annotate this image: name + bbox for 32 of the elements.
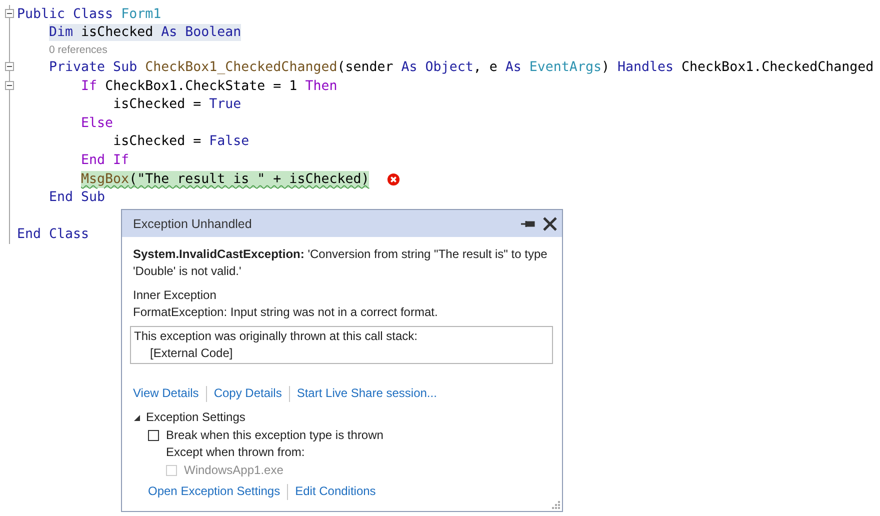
code-line: If CheckBox1.CheckState = 1 Then [81, 78, 338, 95]
link[interactable]: Copy Details [214, 385, 282, 402]
call-stack-frame: [External Code] [134, 345, 548, 362]
code-line: isChecked = False [113, 133, 250, 150]
code-line: End Class [17, 226, 90, 244]
code-line: Private Sub CheckBox1_CheckedChanged(sender As Object, e As EventArgs) Handles CheckBox1.CheckedChanged [49, 58, 874, 76]
link[interactable]: View Details [133, 385, 199, 402]
link[interactable]: Edit Conditions [295, 483, 376, 500]
inner-exception-label: Inner Exception [133, 287, 218, 304]
collapse-icon[interactable] [5, 80, 14, 90]
references-link[interactable]: 0 references [49, 44, 108, 56]
code-line: Public Class Form1 [17, 6, 162, 23]
checkbox-label: Break when this exception type is thrown [166, 426, 384, 444]
exception-message: System.InvalidCastException: 'Conversion from string "The result is" to type 'Double' is not valid.' [133, 246, 548, 280]
checkbox[interactable] [148, 430, 159, 440]
resize-grip-icon[interactable] [550, 499, 560, 509]
settings-heading[interactable]: Exception Settings [146, 409, 246, 426]
collapse-icon[interactable] [5, 9, 14, 18]
collapse-icon[interactable] [5, 62, 14, 72]
close-icon[interactable] [542, 216, 558, 230]
link[interactable]: Start Live Share session... [296, 385, 437, 402]
code-line: Else [81, 114, 114, 132]
call-stack-heading: This exception was originally thrown at this call stack: [134, 328, 418, 345]
code-line: isChecked = True [113, 96, 242, 114]
inner-exception-message: FormatException: Input string was not in a correct format. [133, 304, 439, 321]
dialog-title: Exception Unhandled [133, 216, 253, 230]
except-label: Except when thrown from: [166, 444, 306, 461]
checkbox-label: WindowsApp1.exe [184, 462, 284, 478]
code-line: End Sub [49, 189, 106, 206]
expanded-arrow-icon[interactable] [133, 414, 141, 422]
link[interactable]: Open Exception Settings [148, 483, 280, 500]
code-line: End If [81, 152, 130, 169]
